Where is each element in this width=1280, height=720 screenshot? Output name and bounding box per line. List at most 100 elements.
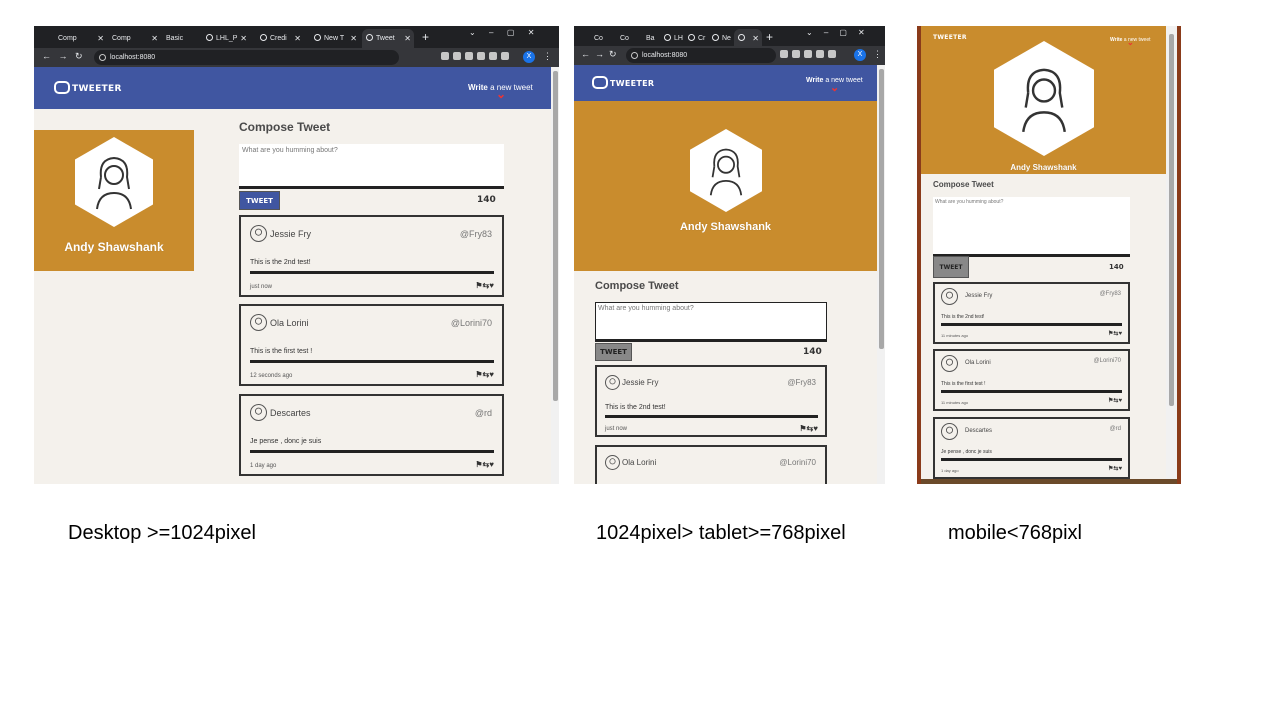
char-counter: 140: [1109, 263, 1124, 271]
tweet-card: Ola Lorini @Lorini70: [595, 445, 827, 484]
tweet-button[interactable]: TWEET: [933, 256, 969, 278]
tweet-content: This is the first test !: [941, 381, 986, 387]
tweet-button[interactable]: TWEET: [239, 191, 280, 210]
loading-icon: [206, 34, 213, 41]
window-controls[interactable]: ⌄ – ▢ ✕: [806, 28, 865, 37]
globe-icon: [712, 34, 719, 41]
tab-title: Ba: [646, 35, 655, 42]
nav-buttons[interactable]: ← → ↻: [42, 51, 83, 62]
profile-avatar[interactable]: X: [854, 49, 866, 61]
tweet-actions[interactable]: ⚑⇆♥: [475, 281, 494, 290]
desktop-browser-window: Comp ✕ Comp ✕ Basic LHL_P ✕ Credi ✕ New T ✕ T…: [34, 26, 559, 484]
tweet-actions[interactable]: ⚑⇆♥: [1108, 465, 1122, 472]
tweet-actions[interactable]: ⚑⇆♥: [1108, 397, 1122, 404]
desktop-tab-strip: Comp ✕ Comp ✕ Basic LHL_P ✕ Credi ✕ New T ✕ T…: [34, 26, 559, 48]
close-icon[interactable]: ✕: [240, 29, 247, 48]
scrollbar[interactable]: [877, 65, 885, 484]
user-avatar-icon: [250, 225, 267, 242]
browser-tab[interactable]: Comp ✕: [108, 29, 161, 48]
close-icon[interactable]: ✕: [97, 29, 104, 48]
tweet-handle: @rd: [1109, 426, 1121, 432]
tweet-handle: @Fry83: [1099, 291, 1121, 297]
logo[interactable]: TWEETER: [933, 34, 967, 41]
tweet-actions[interactable]: ⚑⇆♥: [475, 460, 494, 469]
tweet-content: This is the 2nd test!: [941, 314, 985, 320]
tweet-divider: [941, 458, 1122, 461]
tab-title: Basic: [166, 35, 184, 42]
tweet-card: Descartes @rd Je pense , donc je suis 1 …: [933, 417, 1130, 479]
tweet-button[interactable]: TWEET: [595, 343, 632, 361]
compose-title: Compose Tweet: [933, 180, 994, 189]
close-icon[interactable]: ✕: [294, 29, 301, 48]
desktop-wallpaper: [1177, 26, 1181, 484]
tablet-address-bar: ← → ↻ localhost:8080 X ⋮: [574, 46, 885, 65]
tweet-time: 1 day ago: [941, 468, 959, 473]
new-tab-button[interactable]: +: [422, 30, 429, 44]
nav-buttons[interactable]: ← → ↻: [581, 49, 617, 60]
scrollbar[interactable]: [551, 67, 559, 484]
tweet-divider: [605, 415, 818, 418]
menu-icon[interactable]: ⋮: [543, 51, 552, 62]
close-icon[interactable]: ✕: [350, 29, 357, 48]
url-field[interactable]: localhost:8080: [94, 50, 399, 65]
new-tab-button[interactable]: +: [766, 30, 773, 44]
profile-avatar[interactable]: X: [523, 51, 535, 63]
url-field[interactable]: localhost:8080: [626, 48, 776, 63]
tweet-content: This is the first test !: [250, 348, 313, 355]
desktop-address-bar: ← → ↻ localhost:8080 X ⋮: [34, 48, 559, 67]
tablet-viewport: TWEETER Write a new tweet ⌄ Andy Shawsha…: [574, 65, 885, 484]
tablet-tab-strip: Co Co Ba LH Cr Ne ✕ + ⌄ – ▢ ✕: [574, 26, 885, 48]
tab-title: LH: [674, 35, 683, 42]
window-controls[interactable]: ⌄ – ▢ ✕: [469, 28, 534, 37]
tweet-divider: [250, 271, 494, 274]
logo[interactable]: TWEETER: [592, 76, 654, 89]
user-avatar-icon: [605, 455, 620, 470]
tweet-user-name: Jessie Fry: [622, 378, 659, 387]
tweet-content: This is the 2nd test!: [605, 404, 666, 411]
tweet-user-name: Jessie Fry: [965, 293, 993, 299]
tweet-card: Jessie Fry @Fry83 This is the 2nd test! …: [933, 282, 1130, 344]
close-icon[interactable]: ✕: [151, 29, 158, 48]
extension-icons[interactable]: [780, 50, 840, 61]
browser-tab[interactable]: Credi ✕: [256, 29, 304, 48]
scrollbar-thumb[interactable]: [553, 71, 558, 401]
scrollbar[interactable]: [1166, 26, 1177, 479]
tweet-card: Jessie Fry @Fry83 This is the 2nd test! …: [239, 215, 504, 297]
tweet-textarea[interactable]: What are you humming about?: [239, 144, 504, 189]
tweet-card: Descartes @rd Je pense , donc je suis 1 …: [239, 394, 504, 476]
menu-icon[interactable]: ⋮: [873, 49, 882, 60]
chevron-down-icon[interactable]: ⌄: [1127, 38, 1134, 47]
tweet-actions[interactable]: ⚑⇆♥: [1108, 330, 1122, 337]
tweet-actions[interactable]: ⚑⇆♥: [799, 424, 818, 433]
browser-tab[interactable]: Basic: [162, 29, 202, 48]
scrollbar-thumb[interactable]: [879, 69, 884, 349]
tablet-browser-window: Co Co Ba LH Cr Ne ✕ + ⌄ – ▢ ✕ ← → ↻ loca…: [574, 26, 885, 484]
logo[interactable]: TWEETER: [54, 81, 122, 94]
scrollbar-thumb[interactable]: [1169, 34, 1174, 406]
chevron-down-icon[interactable]: ⌄: [496, 87, 506, 101]
tweet-card: Ola Lorini @Lorini70 This is the first t…: [239, 304, 504, 386]
tweet-handle: @Fry83: [459, 229, 492, 239]
browser-tab-active[interactable]: Tweet ✕: [362, 29, 414, 48]
tweet-user-name: Ola Lorini: [270, 318, 309, 328]
browser-tab[interactable]: Comp ✕: [54, 29, 107, 48]
mobile-window: TWEETER Write a new tweet ⌄ Andy Shawsha…: [917, 26, 1181, 484]
browser-tab[interactable]: LHL_P ✕: [202, 29, 250, 48]
tweet-divider: [941, 323, 1122, 326]
tweet-user-name: Descartes: [270, 408, 311, 418]
extension-icons[interactable]: [441, 52, 513, 63]
tweet-textarea[interactable]: What are you humming about?: [933, 197, 1130, 257]
user-avatar-icon: [709, 148, 743, 195]
user-avatar-icon: [941, 355, 958, 372]
browser-tab[interactable]: New T ✕: [310, 29, 360, 48]
tab-title: Comp: [112, 35, 131, 42]
user-avatar-icon: [250, 314, 267, 331]
tweet-handle: @Lorini70: [779, 458, 816, 467]
tab-title: Co: [620, 35, 629, 42]
info-icon: [99, 54, 106, 61]
close-icon[interactable]: ✕: [404, 29, 411, 48]
tweet-actions[interactable]: ⚑⇆♥: [475, 370, 494, 379]
tweet-textarea[interactable]: What are you humming about?: [595, 302, 827, 342]
tab-title: Comp: [58, 35, 77, 42]
chevron-down-icon[interactable]: ⌄: [830, 81, 839, 94]
